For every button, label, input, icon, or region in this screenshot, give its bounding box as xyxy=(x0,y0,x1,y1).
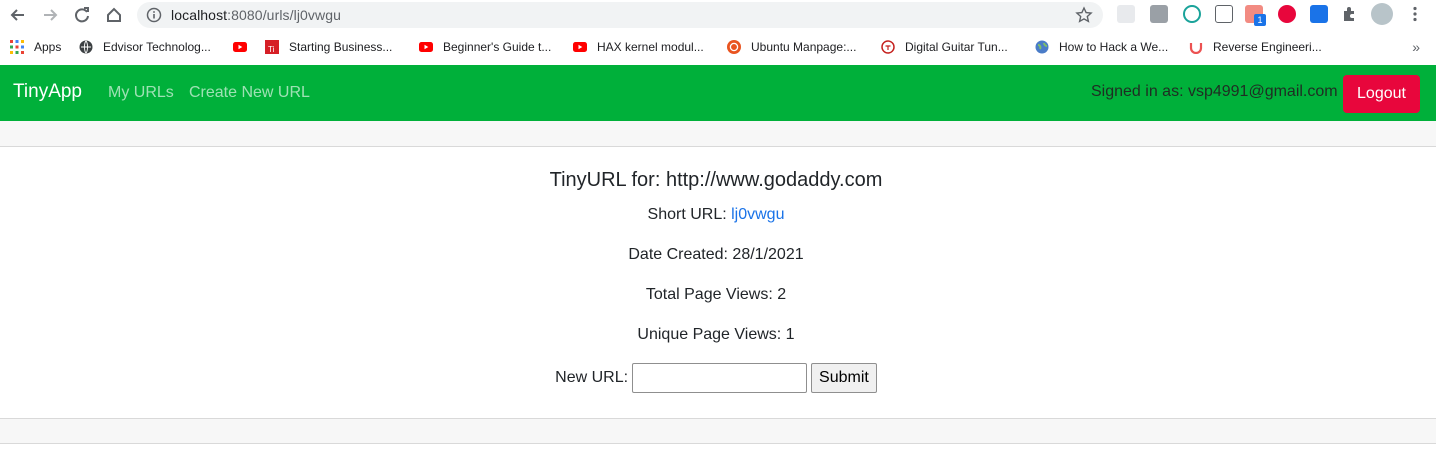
bookmark-label: How to Hack a We... xyxy=(1059,40,1169,54)
bookmark-apps[interactable]: Apps xyxy=(10,38,61,56)
short-url-label: Short URL: xyxy=(647,206,727,223)
bookmark-label: Digital Guitar Tun... xyxy=(905,40,1008,54)
extension-badge-icon[interactable]: 1 xyxy=(1245,5,1266,26)
new-url-form: New URL: Submit xyxy=(0,363,1432,393)
svg-text:Ti: Ti xyxy=(268,45,275,54)
extensions-icon[interactable] xyxy=(1341,5,1359,23)
nav-my-urls[interactable]: My URLs xyxy=(108,84,174,102)
youtube-icon xyxy=(419,40,433,54)
card-footer xyxy=(0,418,1436,444)
bookmark-label: Starting Business... xyxy=(289,40,393,54)
card-header xyxy=(0,121,1436,147)
bookmark-label: Beginner's Guide t... xyxy=(443,40,552,54)
nav-create-new-url[interactable]: Create New URL xyxy=(189,84,310,102)
youtube-icon xyxy=(233,40,247,54)
signed-in-text: Signed in as: vsp4991@gmail.com xyxy=(1091,83,1338,100)
url-path: :8080/urls/lj0vwgu xyxy=(227,7,342,23)
new-url-label: New URL: xyxy=(555,369,629,386)
bookmark-how-to-hack[interactable]: How to Hack a We... xyxy=(1035,38,1168,56)
apps-grid-icon xyxy=(10,40,24,54)
bookmark-label: HAX kernel modul... xyxy=(597,40,704,54)
url-host: localhost xyxy=(171,7,228,23)
udemy-icon xyxy=(1189,40,1203,54)
app-navbar: TinyApp My URLs Create New URL Signed in… xyxy=(0,65,1436,121)
youtube-icon xyxy=(573,40,587,54)
star-icon[interactable] xyxy=(1075,6,1093,29)
forward-icon[interactable] xyxy=(39,4,61,26)
browser-toolbar: localhost:8080/urls/lj0vwgu 1 xyxy=(0,0,1436,30)
brand-link[interactable]: TinyApp xyxy=(13,81,82,103)
bookmark-ubuntu-manpage[interactable]: Ubuntu Manpage:... xyxy=(727,38,856,56)
bookmark-youtube[interactable] xyxy=(233,38,257,56)
bookmark-beginners-guide[interactable]: Beginner's Guide t... xyxy=(419,38,551,56)
bookmark-label: Apps xyxy=(34,40,62,54)
bookmark-guitar-tuner[interactable]: Digital Guitar Tun... xyxy=(881,38,1008,56)
opera-icon[interactable] xyxy=(1278,5,1296,23)
bookmark-reverse-engineering[interactable]: Reverse Engineeri... xyxy=(1189,38,1322,56)
bookmarks-bar: Apps Edvisor Technolog... Ti Starting Bu… xyxy=(0,33,1436,61)
tuner-icon xyxy=(881,40,895,54)
reload-icon[interactable] xyxy=(71,4,93,26)
ti-icon: Ti xyxy=(265,40,279,54)
globe-icon xyxy=(79,40,93,54)
logout-button[interactable]: Logout xyxy=(1343,75,1420,113)
extension-r-icon[interactable] xyxy=(1150,5,1168,23)
bookmark-label: Reverse Engineeri... xyxy=(1213,40,1322,54)
bookmark-starting-business[interactable]: Ti Starting Business... xyxy=(265,38,392,56)
info-icon[interactable] xyxy=(146,7,162,28)
bookmark-label: Edvisor Technolog... xyxy=(103,40,211,54)
submit-button[interactable]: Submit xyxy=(811,363,877,393)
bookmark-hax-kernel[interactable]: HAX kernel modul... xyxy=(573,38,704,56)
globe-icon xyxy=(1035,40,1049,54)
page-title: TinyURL for: http://www.godaddy.com xyxy=(549,169,883,191)
extension-doc-icon[interactable] xyxy=(1215,5,1233,23)
profile-avatar[interactable] xyxy=(1371,3,1393,25)
bookmark-edvisor[interactable]: Edvisor Technolog... xyxy=(79,38,211,56)
card-body: TinyURL for: http://www.godaddy.com Shor… xyxy=(0,147,1436,418)
new-url-input[interactable] xyxy=(632,363,808,393)
url-text: localhost:8080/urls/lj0vwgu xyxy=(171,7,341,23)
extension-gem-icon[interactable] xyxy=(1183,5,1201,23)
unique-page-views: Unique Page Views: 1 xyxy=(637,326,795,343)
date-created: Date Created: 28/1/2021 xyxy=(628,246,804,263)
total-page-views: Total Page Views: 2 xyxy=(645,286,787,303)
extension-grid-icon[interactable] xyxy=(1117,5,1135,23)
home-icon[interactable] xyxy=(103,4,125,26)
menu-icon[interactable] xyxy=(1406,5,1424,23)
extension-badge-count: 1 xyxy=(1254,14,1266,26)
bookmarks-more-icon[interactable]: » xyxy=(1412,39,1420,55)
extension-blue-icon[interactable] xyxy=(1310,5,1328,23)
back-icon[interactable] xyxy=(7,4,29,26)
short-url-link[interactable]: lj0vwgu xyxy=(731,206,784,223)
ubuntu-icon xyxy=(727,40,741,54)
address-bar[interactable]: localhost:8080/urls/lj0vwgu xyxy=(137,2,1103,28)
bookmark-label: Ubuntu Manpage:... xyxy=(751,40,857,54)
short-url-line: Short URL: lj0vwgu xyxy=(0,206,1432,224)
